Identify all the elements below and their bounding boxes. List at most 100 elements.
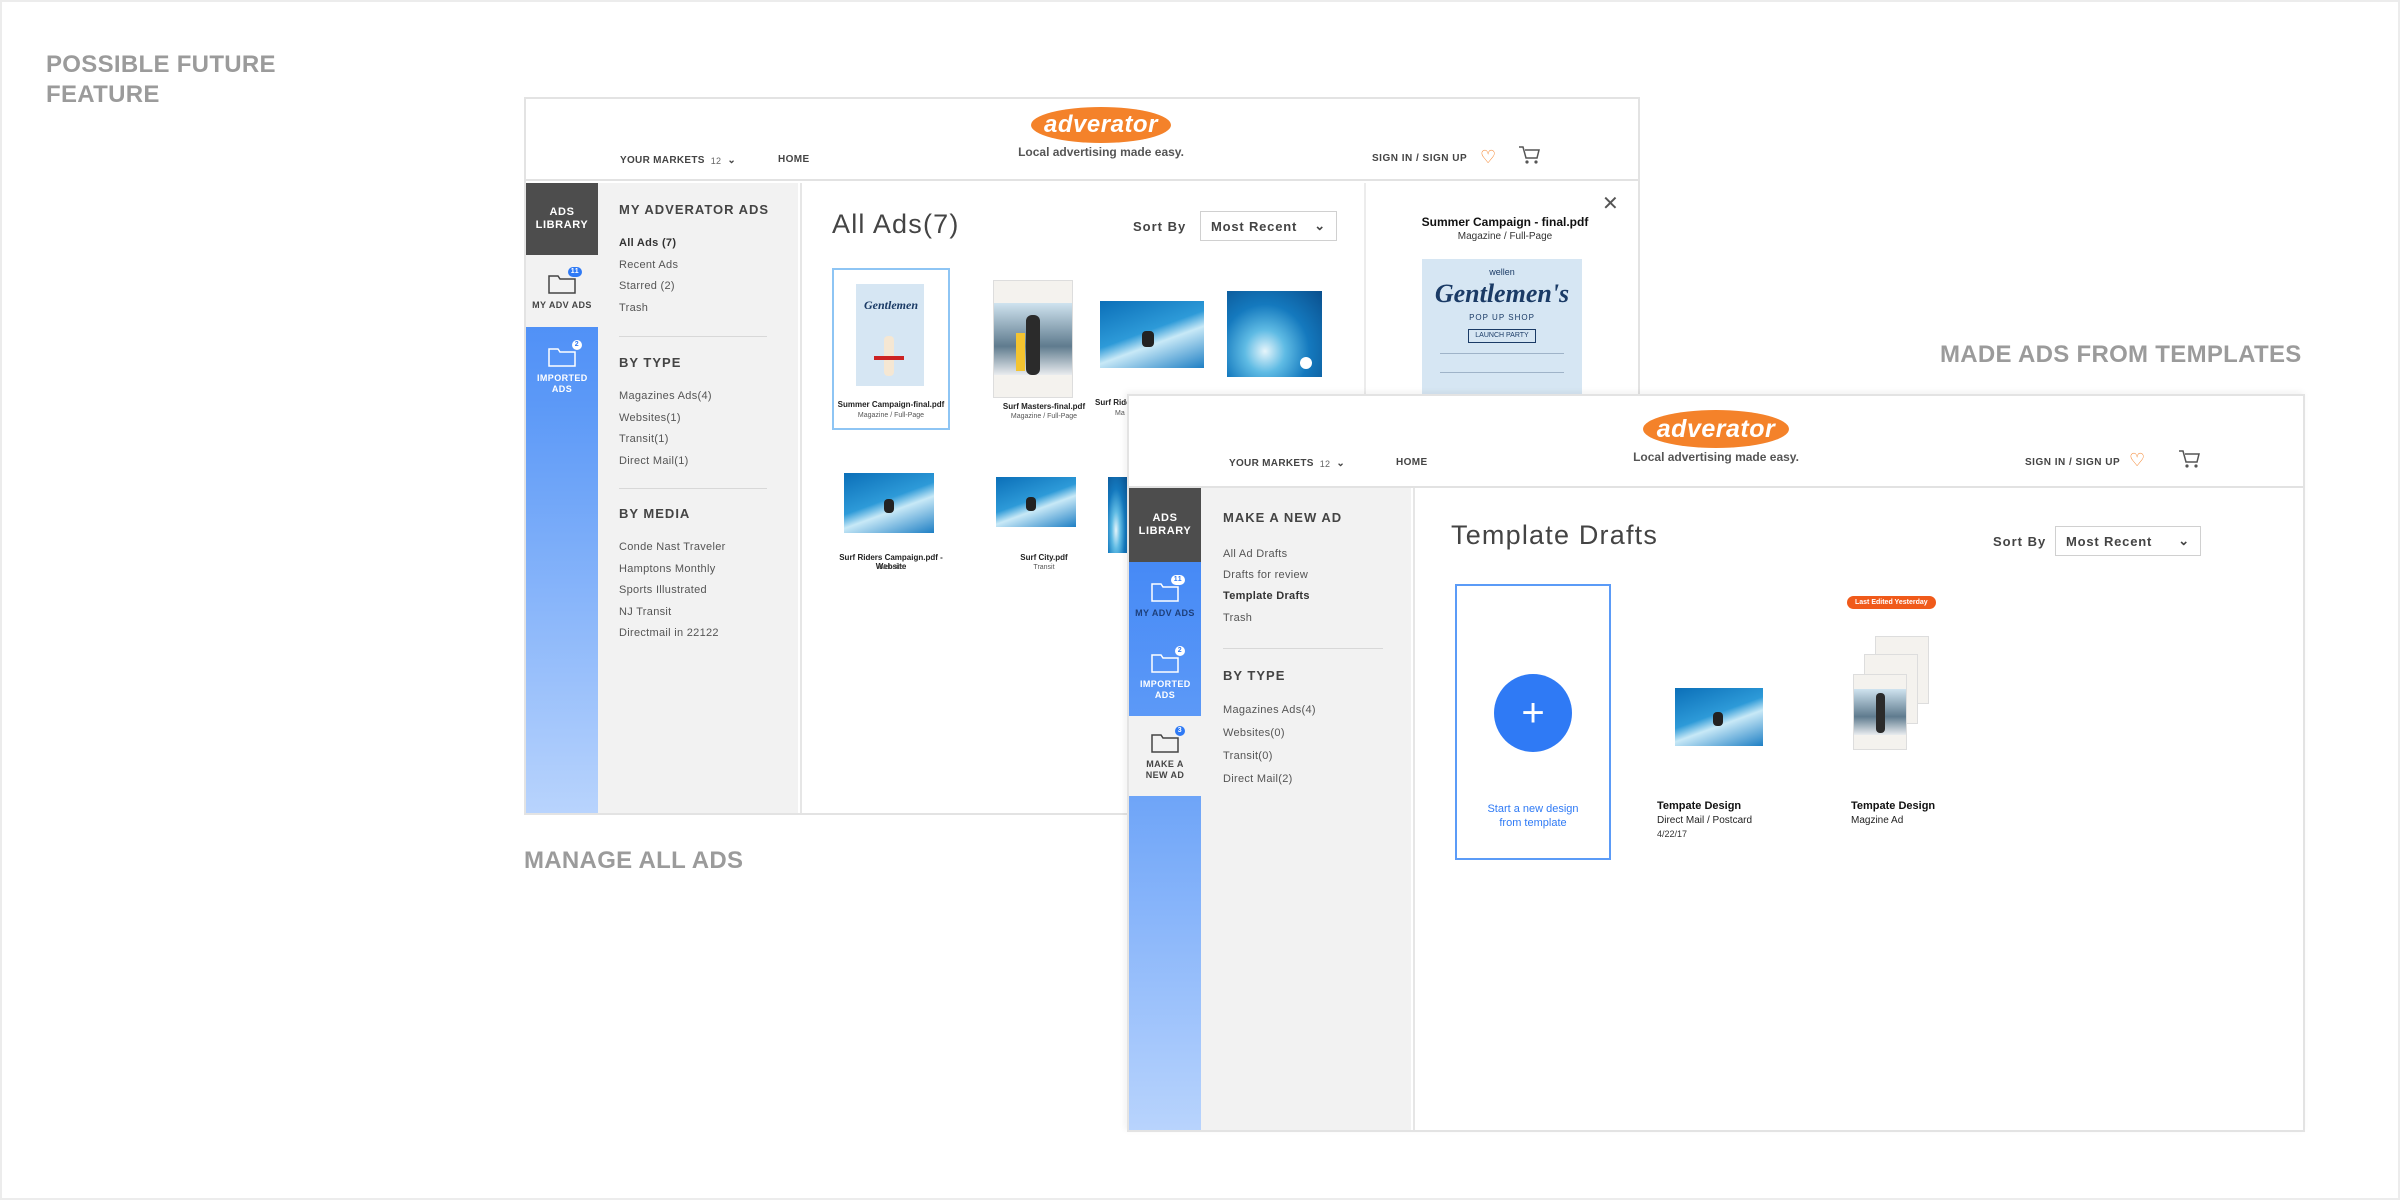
new-design-text: Start a new design from template xyxy=(1487,803,1579,829)
nav-media-directmail[interactable]: Directmail in 22122 xyxy=(619,627,719,639)
surfer-figure xyxy=(1026,497,1036,511)
nav-template-drafts[interactable]: Template Drafts xyxy=(1223,590,1310,602)
by-type-heading: BY TYPE xyxy=(1223,668,1286,683)
my-adv-badge: 11 xyxy=(567,266,582,277)
ad-card[interactable]: Surf Riders Campaign.pdf - Website Websi… xyxy=(832,463,950,573)
ads-library-tab[interactable]: ADS LIBRARY xyxy=(526,183,598,255)
my-adv-ads-tab[interactable]: 11 MY ADV ADS xyxy=(526,255,598,327)
my-adv-ads-tab[interactable]: 11 MY ADV ADS xyxy=(1129,562,1201,636)
nav-media-hamptons[interactable]: Hamptons Monthly xyxy=(619,563,716,575)
new-design-card[interactable]: + Start a new design from template xyxy=(1455,584,1611,860)
signin-link[interactable]: SIGN IN / SIGN UP xyxy=(2025,457,2120,468)
imported-badge: 2 xyxy=(571,340,582,350)
left-rail: ADS LIBRARY 11 MY ADV ADS 2 IMPORTED ADS xyxy=(526,183,598,813)
poster-brand: wellen xyxy=(1489,267,1515,277)
ad-thumbnail xyxy=(996,477,1076,527)
surfboard-figure xyxy=(1016,333,1025,371)
nav-media-conde-nast[interactable]: Conde Nast Traveler xyxy=(619,541,726,553)
nav-starred[interactable]: Starred (2) xyxy=(619,280,675,292)
make-new-ad-tab[interactable]: 3 MAKE A NEW AD xyxy=(1129,716,1201,796)
cart-icon[interactable] xyxy=(2178,449,2200,469)
template-name: Tempate Design xyxy=(1851,800,1936,812)
header: YOUR MARKETS 12 ⌄ HOME adverator Local a… xyxy=(526,99,1638,181)
ad-type: Transit xyxy=(1033,564,1055,571)
ad-card[interactable] xyxy=(1220,268,1325,408)
caption-future-feature: POSSIBLE FUTURE FEATURE xyxy=(46,51,276,108)
nav-type-transit[interactable]: Transit(0) xyxy=(1223,750,1273,762)
ad-card[interactable] xyxy=(1108,477,1128,557)
logo[interactable]: adverator Local advertising made easy. xyxy=(996,107,1206,159)
home-link[interactable]: HOME xyxy=(1396,457,1428,468)
imported-badge: 2 xyxy=(1174,646,1185,656)
nav-type-magazines[interactable]: Magazines Ads(4) xyxy=(1223,704,1316,716)
poster-details xyxy=(1440,353,1564,373)
nav-type-websites[interactable]: Websites(0) xyxy=(1223,727,1285,739)
folder-icon: 11 xyxy=(1151,574,1185,602)
cart-icon[interactable] xyxy=(1518,145,1540,165)
page-title: All Ads(7) xyxy=(832,209,960,239)
template-thumbnail xyxy=(1675,688,1763,746)
nav-type-direct-mail[interactable]: Direct Mail(1) xyxy=(619,455,689,467)
make-new-label: MAKE A NEW AD xyxy=(1145,759,1185,780)
caption-templates: MADE ADS FROM TEMPLATES xyxy=(1940,341,2302,368)
nav-type-magazines[interactable]: Magazines Ads(4) xyxy=(619,390,712,402)
page-title: Template Drafts xyxy=(1451,520,1659,550)
imported-ads-tab[interactable]: 2 IMPORTED ADS xyxy=(1129,636,1201,716)
template-card[interactable]: Tempate Design Direct Mail / Postcard 4/… xyxy=(1653,584,1803,860)
make-new-badge: 3 xyxy=(1174,726,1185,736)
heart-icon[interactable]: ♡ xyxy=(2129,450,2145,471)
ad-type: Magazine / Full-Page xyxy=(857,412,925,419)
close-icon[interactable]: ✕ xyxy=(1602,191,1619,216)
wave-badge xyxy=(1300,357,1312,369)
nav-drafts-review[interactable]: Drafts for review xyxy=(1223,569,1308,581)
template-card[interactable]: Last Edited Yesterday Tempate Design Mag… xyxy=(1847,584,1997,860)
template-date: 4/22/17 xyxy=(1657,829,1688,839)
folder-icon: 3 xyxy=(1151,726,1185,753)
ad-name: Surf Masters-final.pdf xyxy=(1002,402,1086,411)
my-adv-label: MY ADV ADS xyxy=(1135,607,1195,618)
left-rail: ADS LIBRARY 11 MY ADV ADS 2 IMPORTED ADS… xyxy=(1129,488,1201,1130)
imported-ads-tab[interactable]: 2 IMPORTED ADS xyxy=(526,327,598,407)
nav-trash[interactable]: Trash xyxy=(619,302,648,314)
poster-script: Gentlemen xyxy=(864,298,918,312)
my-adverator-ads-heading: MY ADVERATOR ADS xyxy=(619,202,770,217)
signin-link[interactable]: SIGN IN / SIGN UP xyxy=(1372,153,1467,164)
ad-thumbnail xyxy=(844,473,934,533)
nav-trash[interactable]: Trash xyxy=(1223,612,1252,624)
nav-all-ads[interactable]: All Ads (7) xyxy=(619,237,676,249)
sort-select[interactable]: Most Recent ⌄ xyxy=(2055,526,2201,556)
surfer-figure xyxy=(1026,315,1040,375)
markets-dropdown[interactable]: YOUR MARKETS 12 ⌄ xyxy=(1229,458,1345,469)
heart-icon[interactable]: ♡ xyxy=(1480,147,1496,168)
folder-icon: 11 xyxy=(548,266,582,294)
make-new-ad-heading: MAKE A NEW AD xyxy=(1223,510,1343,525)
sub-navigation: MAKE A NEW AD All Ad Drafts Drafts for r… xyxy=(1201,488,1411,1130)
markets-label: YOUR MARKETS xyxy=(1229,458,1314,469)
nav-type-websites[interactable]: Websites(1) xyxy=(619,412,681,424)
nav-media-sports-illustrated[interactable]: Sports Illustrated xyxy=(619,584,707,596)
chevron-down-icon: ⌄ xyxy=(2178,533,2190,548)
nav-type-transit[interactable]: Transit(1) xyxy=(619,433,669,445)
chevron-down-icon: ⌄ xyxy=(1314,218,1326,233)
caption-manage-ads: MANAGE ALL ADS xyxy=(524,847,744,874)
nav-recent-ads[interactable]: Recent Ads xyxy=(619,259,678,271)
ad-card[interactable]: Surf City.pdf Transit xyxy=(965,463,1083,573)
logo-mark: adverator xyxy=(1643,410,1789,448)
nav-type-direct-mail[interactable]: Direct Mail(2) xyxy=(1223,773,1293,785)
ad-card[interactable]: Gentlemen Summer Campaign-final.pdf Maga… xyxy=(832,268,950,430)
my-adv-label: MY ADV ADS xyxy=(532,299,592,310)
ad-card[interactable]: Surf Masters-final.pdf Magazine / Full-P… xyxy=(965,268,1085,430)
my-adv-badge: 11 xyxy=(1170,574,1185,585)
sort-value: Most Recent xyxy=(2066,533,2153,549)
ads-library-tab[interactable]: ADS LIBRARY xyxy=(1129,488,1201,562)
nav-all-ad-drafts[interactable]: All Ad Drafts xyxy=(1223,548,1287,560)
nav-media-nj-transit[interactable]: NJ Transit xyxy=(619,606,672,618)
poster-title: Gentlemen's xyxy=(1434,279,1570,308)
logo[interactable]: adverator Local advertising made easy. xyxy=(1606,410,1826,464)
plus-icon[interactable]: + xyxy=(1494,674,1572,752)
sort-select[interactable]: Most Recent ⌄ xyxy=(1200,211,1337,241)
home-link[interactable]: HOME xyxy=(778,154,810,165)
divider xyxy=(1223,648,1383,649)
markets-dropdown[interactable]: YOUR MARKETS 12 ⌄ xyxy=(620,155,736,166)
markets-count: 12 xyxy=(1319,458,1331,469)
